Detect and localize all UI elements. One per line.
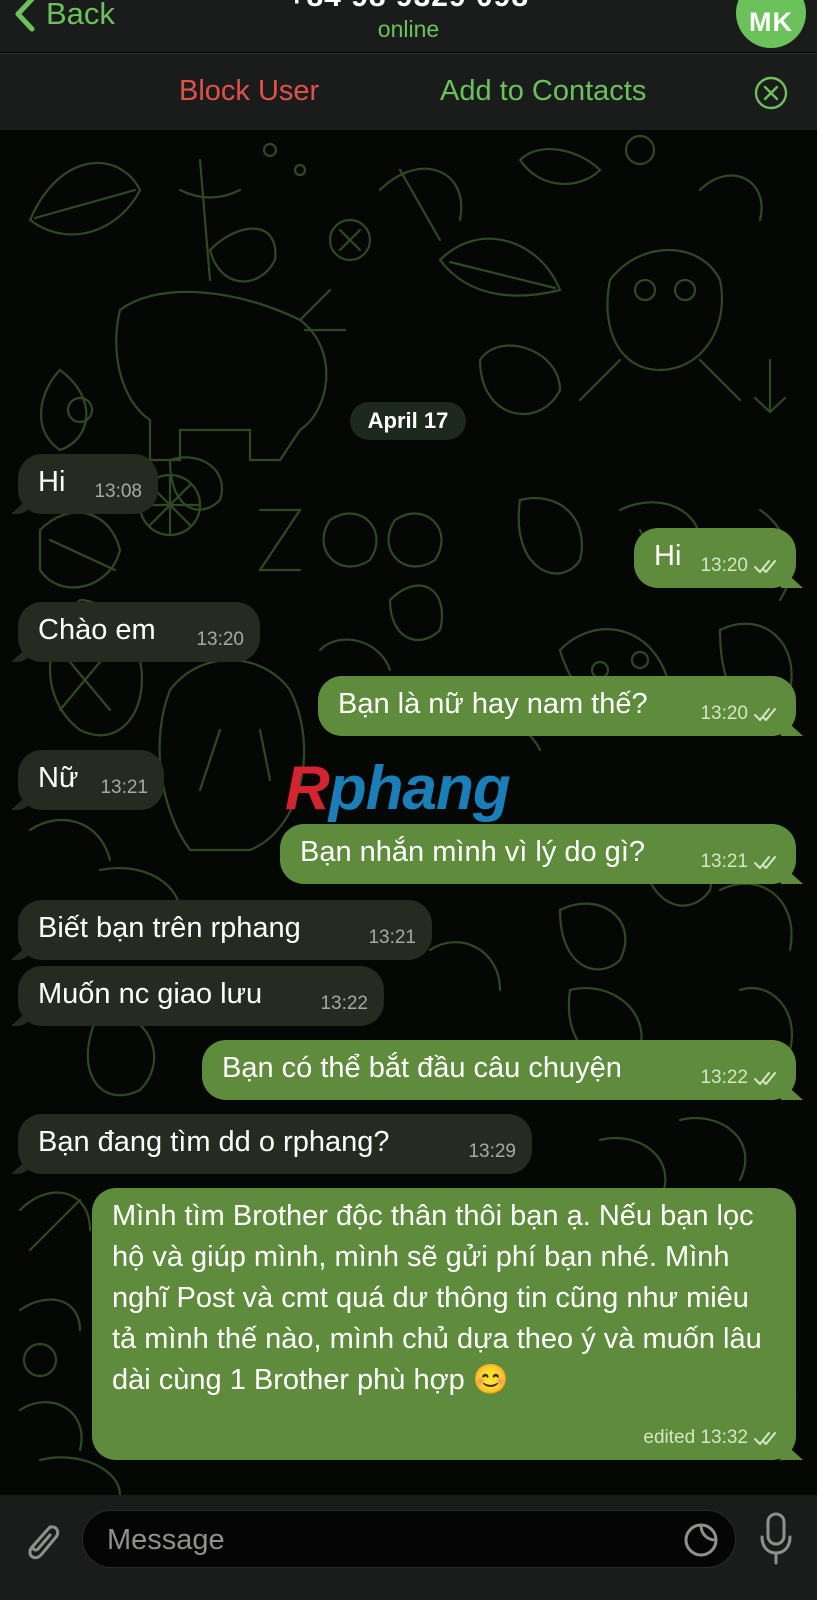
message-time-label: 13:20 (700, 703, 748, 724)
message-text: Biết bạn trên rphang (38, 912, 301, 944)
sticker-icon[interactable] (683, 1522, 719, 1558)
peer-name[interactable]: +84 98 9329 098 (0, 0, 817, 14)
watermark-letter: R (285, 754, 330, 823)
message-time-label: 13:21 (700, 851, 748, 872)
watermark-logo: Rphang (285, 753, 511, 824)
message-input-box[interactable] (82, 1510, 736, 1569)
message-time: 13:21 (368, 927, 416, 949)
message-time-label: 13:29 (468, 1141, 516, 1162)
message-bubble-incoming[interactable]: Hi 13:08 (18, 454, 158, 514)
message-time-label: 13:21 (368, 927, 416, 948)
double-check-icon (754, 1072, 776, 1085)
message-time-label: 13:22 (700, 1067, 748, 1088)
message-time: 13:20 (700, 703, 780, 725)
double-check-icon (754, 1432, 776, 1445)
message-bubble-incoming[interactable]: Chào em 13:20 (18, 602, 260, 662)
message-text: Hi (654, 540, 682, 572)
message-time: 13:29 (468, 1141, 516, 1163)
composer-bar (0, 1495, 817, 1600)
microphone-icon[interactable] (758, 1511, 794, 1565)
message-time: 13:22 (320, 993, 368, 1015)
message-time: 13:20 (196, 629, 244, 651)
message-time-label: 13:08 (94, 481, 142, 502)
message-time-label: 13:22 (320, 993, 368, 1014)
message-bubble-outgoing[interactable]: Mình tìm Brother độc thân thôi bạn ạ. Nế… (92, 1188, 796, 1460)
watermark-text: phang (328, 754, 511, 823)
message-text: Nữ (38, 762, 79, 794)
double-check-icon (754, 856, 776, 869)
message-time: 13:08 (94, 481, 142, 503)
message-time-label: edited 13:32 (643, 1427, 748, 1448)
message-time: 13:20 (700, 555, 780, 577)
message-input[interactable] (105, 1511, 649, 1569)
message-text: Bạn nhắn mình vì lý do gì? (300, 836, 645, 868)
message-time: edited 13:32 (643, 1427, 780, 1449)
message-text: Bạn có thể bắt đầu câu chuyện (222, 1052, 622, 1084)
message-bubble-outgoing[interactable]: Bạn nhắn mình vì lý do gì? 13:21 (280, 824, 796, 884)
message-time-label: 13:20 (700, 555, 748, 576)
message-bubble-incoming[interactable]: Biết bạn trên rphang 13:21 (18, 900, 432, 960)
message-bubble-outgoing[interactable]: Hi 13:20 (634, 528, 796, 588)
message-time-label: 13:20 (196, 629, 244, 650)
message-bubble-incoming[interactable]: Muốn nc giao lưu 13:22 (18, 966, 384, 1026)
message-list[interactable]: April 17 Rphang Hi 13:08 Hi 13:20 Chào e… (0, 130, 817, 1495)
message-text: Chào em (38, 614, 156, 646)
message-bubble-incoming[interactable]: Bạn đang tìm dd o rphang? 13:29 (18, 1114, 532, 1174)
contact-action-bar: Block User Add to Contacts (0, 53, 817, 131)
message-text: Mình tìm Brother độc thân thôi bạn ạ. Nế… (112, 1200, 762, 1396)
double-check-icon (754, 560, 776, 573)
message-bubble-outgoing[interactable]: Bạn có thể bắt đầu câu chuyện 13:22 (202, 1040, 796, 1100)
date-separator: April 17 (350, 402, 466, 440)
chat-header: Back +84 98 9329 098 online MK (0, 0, 817, 52)
double-check-icon (754, 708, 776, 721)
peer-status: online (377, 16, 440, 42)
message-text: Bạn đang tìm dd o rphang? (38, 1126, 390, 1158)
message-bubble-outgoing[interactable]: Bạn là nữ hay nam thế? 13:20 (318, 676, 796, 736)
message-time-label: 13:21 (100, 777, 148, 798)
message-text: Bạn là nữ hay nam thế? (338, 688, 648, 720)
message-text: Muốn nc giao lưu (38, 978, 263, 1010)
message-time: 13:21 (700, 851, 780, 873)
message-time: 13:22 (700, 1067, 780, 1089)
message-time: 13:21 (100, 777, 148, 799)
message-text: Hi (38, 466, 66, 498)
close-icon[interactable] (754, 76, 788, 110)
paperclip-icon[interactable] (20, 1515, 64, 1565)
add-to-contacts-button[interactable]: Add to Contacts (440, 75, 646, 108)
block-user-button[interactable]: Block User (179, 75, 319, 108)
message-bubble-incoming[interactable]: Nữ 13:21 (18, 750, 164, 810)
